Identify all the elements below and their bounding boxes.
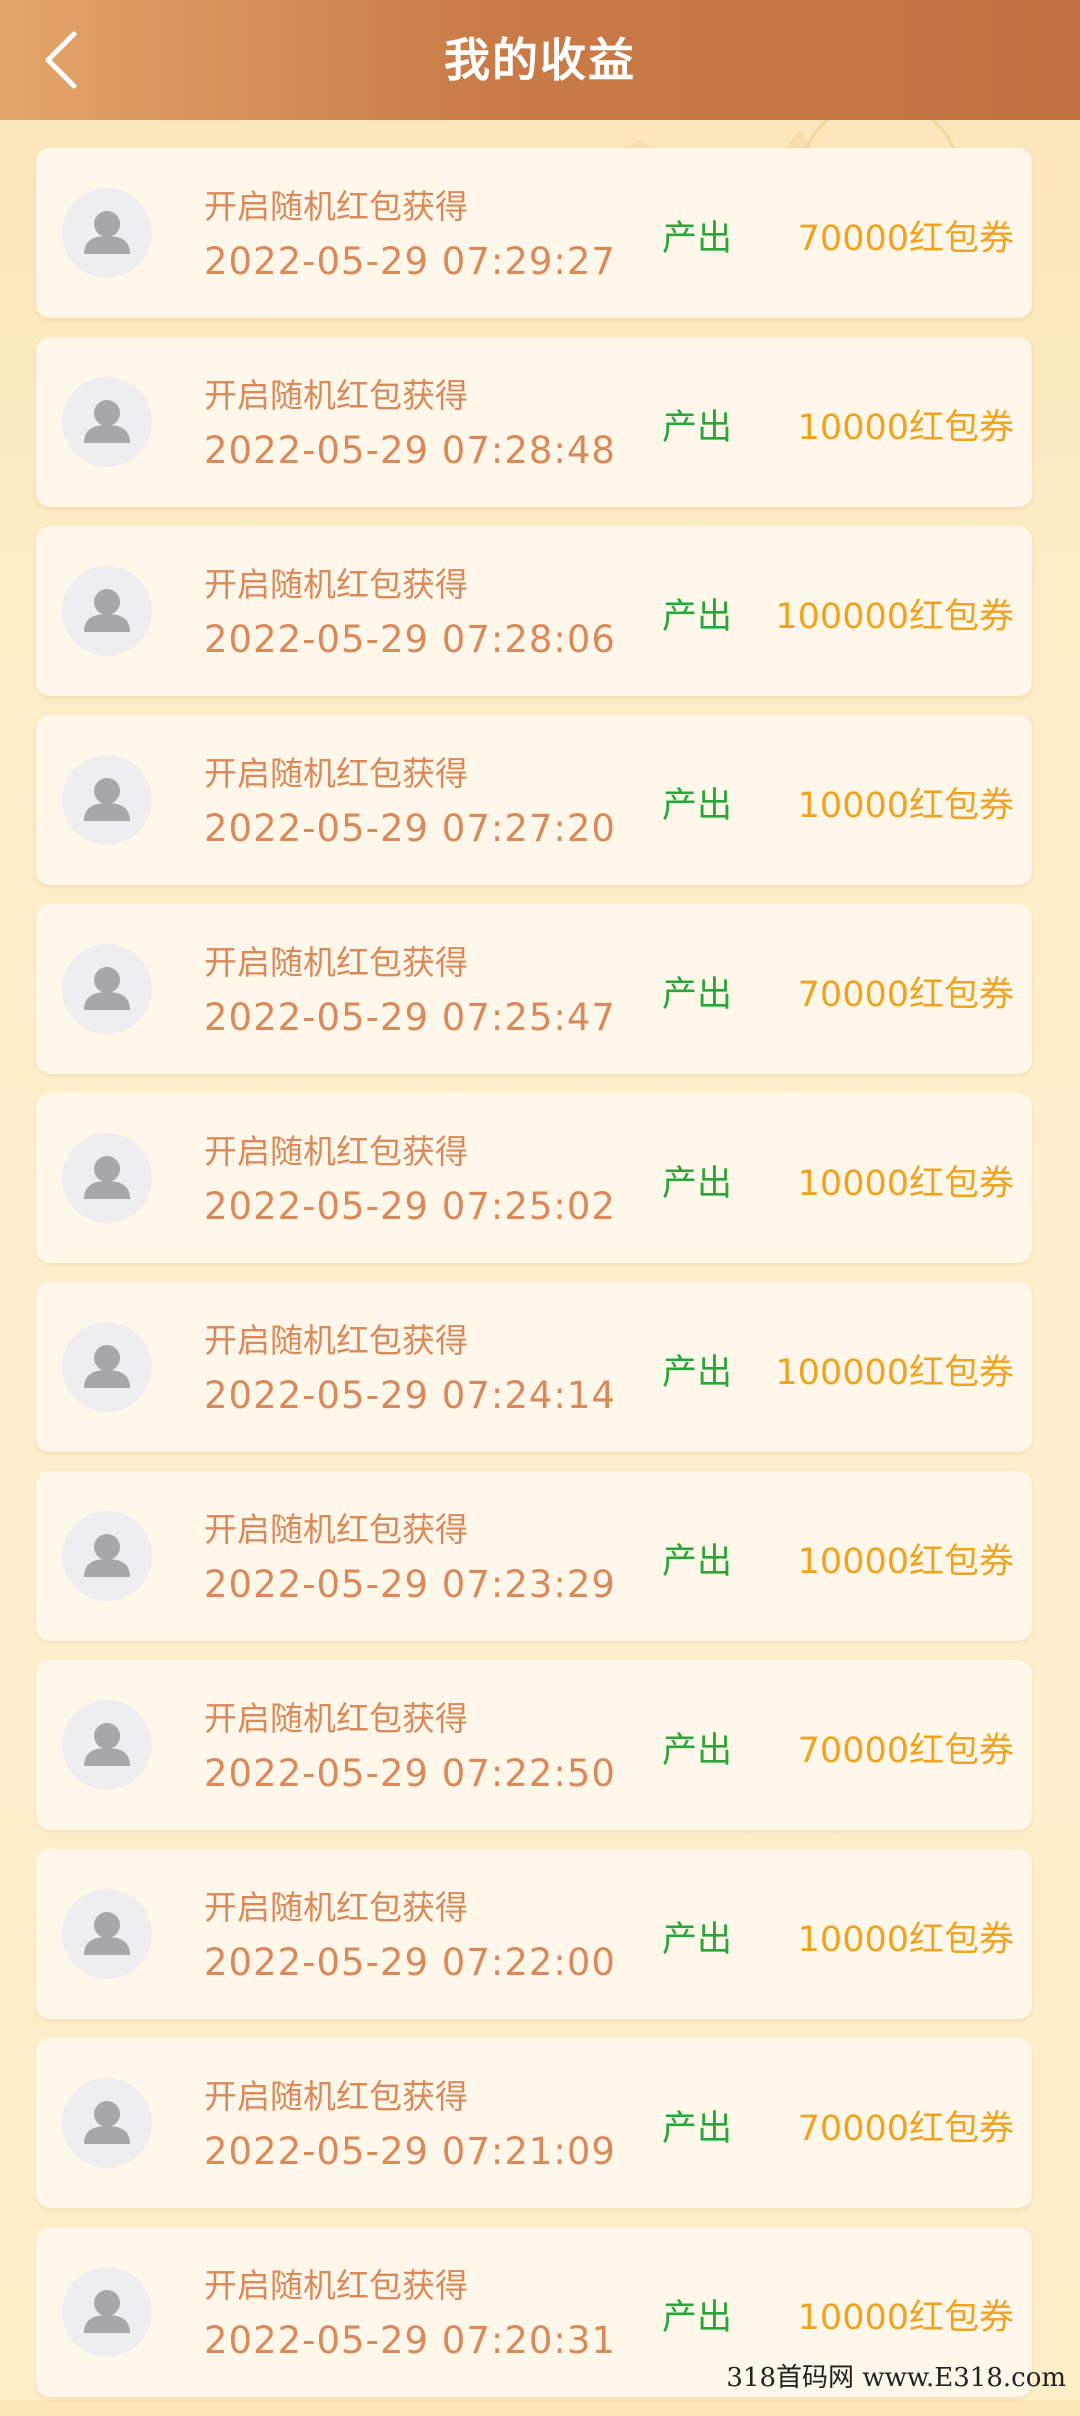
earnings-record-card[interactable]: 开启随机红包获得 2022-05-29 07:28:48 产出 10000红包券 — [36, 337, 1032, 507]
record-type-tag: 产出 — [662, 786, 733, 826]
user-avatar-icon — [62, 1700, 152, 1790]
record-timestamp: 2022-05-29 07:27:20 — [204, 807, 616, 850]
record-amount: 10000红包券 — [797, 408, 1014, 448]
record-type-tag: 产出 — [662, 1920, 733, 1960]
record-timestamp: 2022-05-29 07:21:09 — [204, 2130, 616, 2173]
record-title: 开启随机红包获得 — [204, 1510, 468, 1549]
record-type-tag: 产出 — [662, 1542, 733, 1582]
record-timestamp: 2022-05-29 07:22:50 — [204, 1752, 616, 1795]
earnings-record-card[interactable]: 开启随机红包获得 2022-05-29 07:22:00 产出 10000红包券 — [36, 1849, 1032, 2019]
earnings-record-card[interactable]: 开启随机红包获得 2022-05-29 07:23:29 产出 10000红包券 — [36, 1471, 1032, 1641]
record-timestamp: 2022-05-29 07:29:27 — [204, 240, 616, 283]
app-header: 我的收益 — [0, 0, 1080, 120]
record-timestamp: 2022-05-29 07:24:14 — [204, 1374, 616, 1417]
record-timestamp: 2022-05-29 07:22:00 — [204, 1941, 616, 1984]
earnings-record-card[interactable]: 开启随机红包获得 2022-05-29 07:21:09 产出 70000红包券 — [36, 2038, 1032, 2208]
record-amount: 70000红包券 — [797, 975, 1014, 1015]
record-type-tag: 产出 — [662, 2298, 733, 2338]
user-avatar-icon — [62, 566, 152, 656]
user-avatar-icon — [62, 2267, 152, 2357]
record-type-tag: 产出 — [662, 2109, 733, 2149]
record-type-tag: 产出 — [662, 219, 733, 259]
record-timestamp: 2022-05-29 07:28:48 — [204, 429, 616, 472]
user-avatar-icon — [62, 755, 152, 845]
user-avatar-icon — [62, 377, 152, 467]
record-title: 开启随机红包获得 — [204, 1132, 468, 1171]
record-amount: 10000红包券 — [797, 1920, 1014, 1960]
record-amount: 70000红包券 — [797, 1731, 1014, 1771]
user-avatar-icon — [62, 2078, 152, 2168]
record-type-tag: 产出 — [662, 408, 733, 448]
earnings-list: 开启随机红包获得 2022-05-29 07:29:27 产出 70000红包券 开启随… — [36, 148, 1032, 2416]
record-title: 开启随机红包获得 — [204, 1888, 468, 1927]
record-amount: 100000红包券 — [775, 1353, 1014, 1393]
record-type-tag: 产出 — [662, 1353, 733, 1393]
record-type-tag: 产出 — [662, 1731, 733, 1771]
user-avatar-icon — [62, 1889, 152, 1979]
record-amount: 100000红包券 — [775, 597, 1014, 637]
user-avatar-icon — [62, 1133, 152, 1223]
record-title: 开启随机红包获得 — [204, 2266, 468, 2305]
record-title: 开启随机红包获得 — [204, 754, 468, 793]
record-amount: 10000红包券 — [797, 786, 1014, 826]
record-type-tag: 产出 — [662, 975, 733, 1015]
earnings-record-card[interactable]: 开启随机红包获得 2022-05-29 07:25:47 产出 70000红包券 — [36, 904, 1032, 1074]
record-amount: 10000红包券 — [797, 1542, 1014, 1582]
user-avatar-icon — [62, 188, 152, 278]
record-timestamp: 2022-05-29 07:25:02 — [204, 1185, 616, 1228]
record-timestamp: 2022-05-29 07:23:29 — [204, 1563, 616, 1606]
record-timestamp: 2022-05-29 07:28:06 — [204, 618, 616, 661]
record-title: 开启随机红包获得 — [204, 1699, 468, 1738]
record-title: 开启随机红包获得 — [204, 376, 468, 415]
record-title: 开启随机红包获得 — [204, 943, 468, 982]
earnings-record-card[interactable]: 开启随机红包获得 2022-05-29 07:25:02 产出 10000红包券 — [36, 1093, 1032, 1263]
record-amount: 70000红包券 — [797, 219, 1014, 259]
page-title: 我的收益 — [444, 33, 636, 87]
record-type-tag: 产出 — [662, 597, 733, 637]
record-title: 开启随机红包获得 — [204, 565, 468, 604]
earnings-record-card[interactable]: 开启随机红包获得 2022-05-29 07:24:14 产出 100000红包券 — [36, 1282, 1032, 1452]
record-type-tag: 产出 — [662, 1164, 733, 1204]
user-avatar-icon — [62, 1322, 152, 1412]
record-title: 开启随机红包获得 — [204, 187, 468, 226]
record-timestamp: 2022-05-29 07:25:47 — [204, 996, 616, 1039]
record-title: 开启随机红包获得 — [204, 1321, 468, 1360]
user-avatar-icon — [62, 1511, 152, 1601]
record-amount: 70000红包券 — [797, 2109, 1014, 2149]
earnings-record-card[interactable]: 开启随机红包获得 2022-05-29 07:29:27 产出 70000红包券 — [36, 148, 1032, 318]
record-amount: 10000红包券 — [797, 2298, 1014, 2338]
record-title: 开启随机红包获得 — [204, 2077, 468, 2116]
watermark: 318首码网 www.E318.com — [726, 2363, 1066, 2393]
user-avatar-icon — [62, 944, 152, 1034]
earnings-record-card[interactable]: 开启随机红包获得 2022-05-29 07:27:20 产出 10000红包券 — [36, 715, 1032, 885]
record-timestamp: 2022-05-29 07:20:31 — [204, 2319, 616, 2362]
earnings-record-card[interactable]: 开启随机红包获得 2022-05-29 07:22:50 产出 70000红包券 — [36, 1660, 1032, 1830]
record-amount: 10000红包券 — [797, 1164, 1014, 1204]
earnings-record-card[interactable]: 开启随机红包获得 2022-05-29 07:28:06 产出 100000红包券 — [36, 526, 1032, 696]
